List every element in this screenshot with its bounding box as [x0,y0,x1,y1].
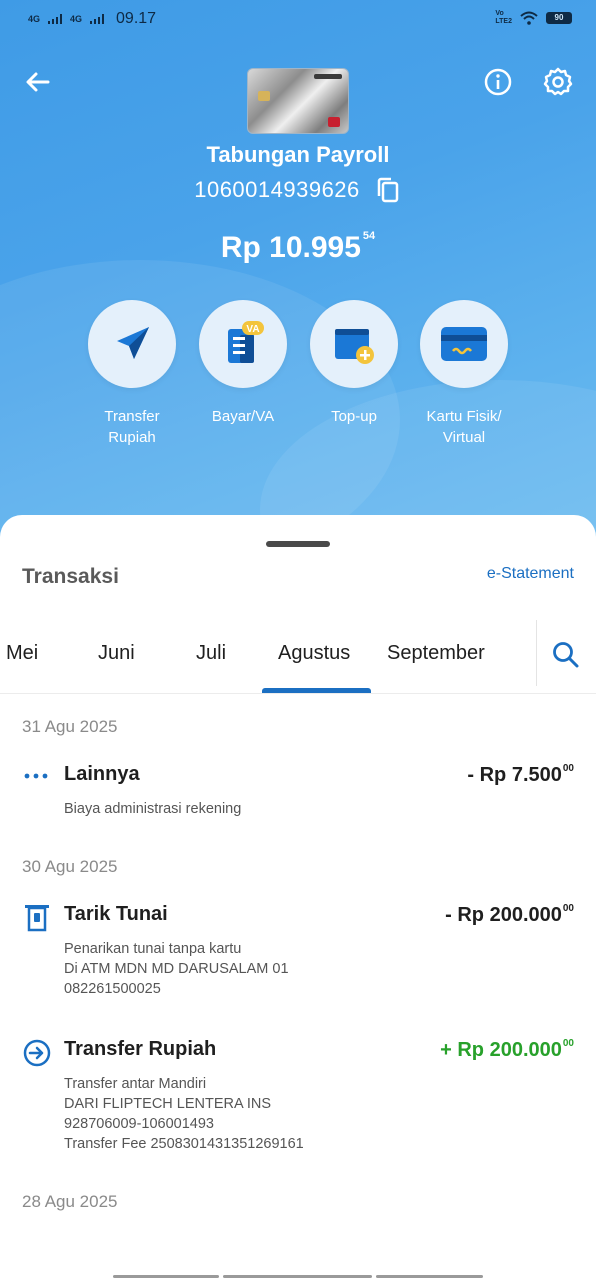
transaction-title: Lainnya [64,763,140,785]
search-icon [553,642,579,668]
svg-text:VA: VA [246,324,259,335]
transaction-description: Penarikan tunai tanpa kartu Di ATM MDN M… [64,941,289,997]
amount-cents: 00 [562,903,574,914]
action-circle [88,300,176,388]
battery-icon: 90 [546,12,572,24]
sheet-title: Transaksi [22,565,119,588]
transaction-item[interactable]: Tarik Tunai - Rp 200.00000 Penarikan tun… [0,903,596,1003]
signal-icon [90,14,105,24]
transaction-amount: - Rp 200.00000 [445,903,574,927]
transaction-amount: + Rp 200.00000 [440,1038,574,1062]
tab-juni[interactable]: Juni [98,642,135,665]
nav-indicator[interactable] [223,1275,372,1278]
action-circle [310,300,398,388]
card-chip [258,91,270,101]
arrow-left-icon [26,72,50,92]
action-label: Transfer Rupiah [104,408,160,446]
bill-va-icon: VA [228,321,264,363]
atm-withdraw-icon [25,905,49,932]
gpn-logo [328,117,340,127]
account-balance: Rp 10.995 54 [0,230,596,265]
signal-1-label: 4G [28,13,41,24]
battery-level: 90 [554,13,564,22]
action-bayar-va[interactable]: VA Bayar/VA [183,300,303,427]
action-label: Kartu Fisik/ Virtual [426,408,502,446]
amount-value: + Rp 200.000 [440,1039,562,1061]
nav-indicator[interactable] [376,1275,483,1278]
balance-cents: 54 [362,230,376,242]
account-name: Tabungan Payroll [206,142,390,167]
sheet-drag-handle[interactable] [266,541,330,547]
volte-label: Vo LTE2 [495,10,512,25]
action-transfer-rupiah[interactable]: Transfer Rupiah [72,300,192,448]
tab-juli[interactable]: Juli [196,642,226,665]
back-button[interactable] [22,66,54,98]
action-label: Top-up [331,408,377,425]
action-kartu-fisik-virtual[interactable]: Kartu Fisik/ Virtual [404,300,524,448]
amount-value: - Rp 7.500 [467,764,562,786]
transfer-in-icon [23,1039,51,1067]
more-dots-icon [24,773,48,779]
card-brand-logo [314,74,342,79]
action-circle [420,300,508,388]
month-tabs: Mei Juni Juli Agustus September [0,620,596,694]
transaction-description: Biaya administrasi rekening [64,801,242,817]
transaction-description: Transfer antar Mandiri DARI FLIPTECH LEN… [64,1076,304,1152]
transaction-item[interactable]: Transfer Rupiah + Rp 200.00000 Transfer … [0,1038,596,1158]
card-thumbnail[interactable] [247,68,349,134]
tab-agustus[interactable]: Agustus [278,642,350,665]
transaction-title: Transfer Rupiah [64,1038,217,1060]
signal-icon [48,14,63,24]
amount-cents: 00 [562,1038,574,1049]
transaction-amount: - Rp 7.50000 [467,763,574,787]
e-statement-link[interactable]: e-Statement [487,565,574,583]
transaction-title: Tarik Tunai [64,903,168,925]
active-tab-indicator [262,688,371,693]
info-button[interactable] [482,66,514,98]
account-number: 1060014939626 [194,177,360,202]
date-header: 31 Agu 2025 [22,717,118,736]
gear-icon [543,67,573,96]
tabs-divider [536,620,537,686]
card-icon [441,327,487,361]
transactions-sheet: Transaksi e-Statement Mei Juni Juli Agus… [0,515,596,1280]
wallet-plus-icon [335,329,374,364]
date-header: 28 Agu 2025 [22,1192,118,1211]
action-circle: VA [199,300,287,388]
copy-icon[interactable] [374,176,402,204]
tab-september[interactable]: September [387,642,485,665]
date-header: 30 Agu 2025 [22,857,118,876]
amount-value: - Rp 200.000 [445,904,562,926]
search-button[interactable] [550,639,582,671]
account-number-row: 1060014939626 [0,176,596,204]
transaction-item[interactable]: Lainnya - Rp 7.50000 Biaya administrasi … [0,763,596,823]
info-icon [484,68,512,96]
signal-2-label: 4G [70,13,83,24]
amount-cents: 00 [562,763,574,774]
status-bar: 4G 4G 09.17 Vo LTE2 90 [0,0,596,38]
send-icon [117,327,149,359]
status-time: 09.17 [116,10,157,27]
tab-mei[interactable]: Mei [6,642,38,665]
settings-button[interactable] [542,66,574,98]
action-label: Bayar/VA [211,408,275,425]
wifi-icon [520,11,538,25]
account-header: 4G 4G 09.17 Vo LTE2 90 Tabungan Payroll … [0,0,596,560]
system-nav-bar [0,1268,596,1280]
balance-amount: Rp 10.995 [220,231,361,264]
nav-indicator[interactable] [113,1275,219,1278]
action-top-up[interactable]: Top-up [294,300,414,427]
